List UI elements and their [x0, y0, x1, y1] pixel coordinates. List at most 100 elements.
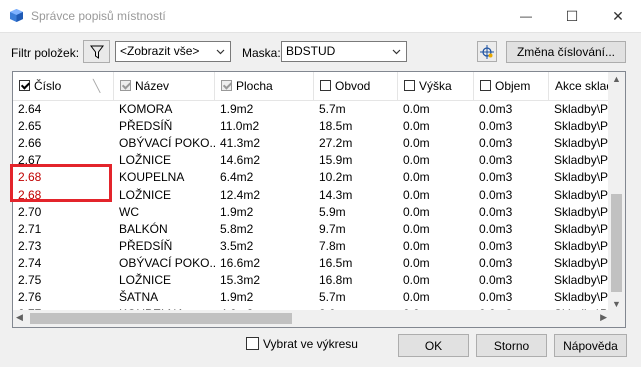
- cell-plocha: 1.9m2: [220, 102, 254, 116]
- chevron-down-icon: [216, 49, 225, 55]
- cell-nazev: WC: [119, 204, 139, 219]
- cell-obvod: 18.5m: [319, 119, 353, 134]
- cell-obvod: 15.9m: [319, 153, 353, 168]
- column-checkbox-plocha[interactable]: [221, 80, 232, 91]
- cancel-button-label: Storno: [493, 338, 530, 353]
- cell-nazev: LOŽNICE: [119, 187, 172, 202]
- mask-dropdown-value: BDSTUD: [286, 44, 336, 58]
- cell-objem: 0.0m3: [479, 273, 513, 287]
- column-label: Výška: [419, 79, 452, 93]
- cell-obvod: 16.5m: [319, 255, 353, 270]
- cell-objem: 0.0m3: [479, 102, 513, 116]
- cell-objem: 0.0m3: [479, 204, 513, 219]
- column-checkbox-obvod[interactable]: [320, 80, 331, 91]
- table-row[interactable]: 2.76 ŠATNA 1.9m2 5.7m 0.0m 0.0m3 Skladby\Po(: [13, 289, 625, 306]
- column-checkbox-vyska[interactable]: [404, 80, 415, 91]
- vertical-scrollbar[interactable]: ▲ ▼: [608, 72, 625, 311]
- table-row[interactable]: 2.65 PŘEDSÍŇ 11.0m2 18.5m 0.0m 0.0m3 Skladby\P…: [13, 118, 625, 135]
- column-label: Název: [135, 79, 170, 93]
- cell-cislo: 2.75: [18, 273, 42, 287]
- cell-nazev: LOŽNICE: [119, 273, 172, 287]
- column-header-cislo[interactable]: Číslo ╲: [13, 72, 114, 100]
- table-row[interactable]: 2.64 KOMORA 1.9m2 5.7m 0.0m 0.0m3 Skladby\Po(: [13, 101, 625, 118]
- cell-objem: 0.0m3: [479, 238, 513, 253]
- table-row[interactable]: 2.66 OBÝVACÍ POKO... 41.3m2 27.2m 0.0m 0.0m3 S…: [13, 135, 625, 152]
- cell-nazev: OBÝVACÍ POKO...: [119, 136, 215, 151]
- cell-objem: 0.0m3: [479, 255, 513, 270]
- table-row[interactable]: 2.71 BALKÓN 5.8m2 9.7m 0.0m 0.0m3 Skladby\Po(: [13, 221, 625, 238]
- column-checkbox-cislo[interactable]: [19, 80, 30, 91]
- cell-nazev: PŘEDSÍŇ: [119, 238, 173, 253]
- cell-plocha: 14.6m2: [220, 153, 261, 168]
- mask-dropdown[interactable]: BDSTUD: [281, 41, 407, 62]
- cell-obvod: 14.3m: [319, 187, 353, 202]
- renumber-button[interactable]: Změna číslování...: [506, 41, 626, 63]
- table-row[interactable]: 2.70 WC 1.9m2 5.9m 0.0m 0.0m3 Skladby\Po(: [13, 204, 625, 221]
- cell-nazev: PŘEDSÍŇ: [119, 119, 173, 134]
- column-label: Objem: [495, 79, 531, 93]
- select-in-drawing-checkbox[interactable]: [246, 337, 259, 350]
- cell-nazev: LOŽNICE: [119, 153, 172, 168]
- horizontal-scrollbar[interactable]: ◀ ▶: [13, 310, 625, 327]
- column-checkbox-objem[interactable]: [480, 80, 491, 91]
- cell-objem: 0.0m3: [479, 221, 513, 236]
- scroll-down-arrow[interactable]: ▼: [612, 299, 621, 309]
- close-icon: ✕: [612, 7, 624, 24]
- cell-obvod: 7.8m: [319, 238, 346, 253]
- cell-vyska: 0.0m: [403, 170, 430, 185]
- horizontal-scroll-thumb[interactable]: [30, 313, 292, 324]
- select-in-drawing-label: Vybrat ve výkresu: [263, 337, 358, 351]
- close-button[interactable]: ✕: [595, 0, 641, 32]
- vertical-scroll-thumb[interactable]: [611, 194, 622, 292]
- table-row[interactable]: 2.74 OBÝVACÍ POKO... 16.6m2 16.5m 0.0m 0.0m3 S…: [13, 255, 625, 272]
- column-checkbox-nazev[interactable]: [120, 80, 131, 91]
- help-button[interactable]: Nápověda: [554, 334, 627, 357]
- ok-button-label: OK: [424, 338, 443, 353]
- cell-vyska: 0.0m: [403, 273, 430, 287]
- cell-vyska: 0.0m: [403, 136, 430, 151]
- column-header-obvod[interactable]: Obvod: [314, 72, 398, 100]
- cell-vyska: 0.0m: [403, 255, 430, 270]
- cell-vyska: 0.0m: [403, 221, 430, 236]
- filter-dropdown-value: <Zobrazit vše>: [120, 44, 200, 58]
- maximize-icon: ☐: [565, 7, 579, 24]
- column-header-nazev[interactable]: Název: [114, 72, 215, 100]
- cell-plocha: 15.3m2: [220, 273, 261, 287]
- cell-obvod: 10.2m: [319, 170, 353, 185]
- cell-obvod: 5.7m: [319, 102, 346, 116]
- maximize-button[interactable]: ☐: [549, 0, 595, 32]
- minimize-icon: —: [520, 9, 532, 23]
- funnel-icon: [89, 45, 104, 59]
- cell-cislo: 2.71: [18, 221, 42, 236]
- cell-nazev: KOUPELNA: [119, 170, 185, 185]
- column-header-objem[interactable]: Objem: [474, 72, 549, 100]
- column-header-vyska[interactable]: Výška: [398, 72, 474, 100]
- sort-icon: ╲: [93, 79, 101, 93]
- table-row[interactable]: 2.75 LOŽNICE 15.3m2 16.8m 0.0m 0.0m3 Skladby\P…: [13, 272, 625, 289]
- pick-in-drawing-button[interactable]: [477, 41, 497, 62]
- duplicate-highlight-box: [10, 164, 112, 202]
- cell-obvod: 9.7m: [319, 221, 346, 236]
- cell-plocha: 6.4m2: [220, 170, 254, 185]
- minimize-button[interactable]: —: [503, 0, 549, 32]
- scroll-up-arrow[interactable]: ▲: [612, 74, 621, 84]
- app-icon: [10, 9, 23, 22]
- table-row[interactable]: 2.73 PŘEDSÍŇ 3.5m2 7.8m 0.0m 0.0m3 Skladby\Po(: [13, 238, 625, 255]
- column-header-plocha[interactable]: Plocha: [215, 72, 314, 100]
- filter-button[interactable]: [83, 40, 110, 63]
- cell-obvod: 16.8m: [319, 273, 353, 287]
- ok-button[interactable]: OK: [398, 334, 469, 357]
- scroll-left-arrow[interactable]: ◀: [16, 312, 23, 323]
- chevron-down-icon: [392, 49, 401, 55]
- title-bar: Správce popisů místností — ☐ ✕: [0, 0, 641, 33]
- cancel-button[interactable]: Storno: [476, 334, 547, 357]
- scroll-right-arrow[interactable]: ▶: [600, 312, 607, 323]
- cell-cislo: 2.64: [18, 102, 42, 116]
- filter-dropdown[interactable]: <Zobrazit vše>: [115, 41, 231, 62]
- select-in-drawing-option[interactable]: Vybrat ve výkresu: [246, 337, 358, 351]
- cell-vyska: 0.0m: [403, 153, 430, 168]
- cell-plocha: 3.5m2: [220, 238, 254, 253]
- scrollbar-corner: [608, 310, 625, 327]
- cell-vyska: 0.0m: [403, 102, 430, 116]
- renumber-button-label: Změna číslování...: [516, 45, 616, 59]
